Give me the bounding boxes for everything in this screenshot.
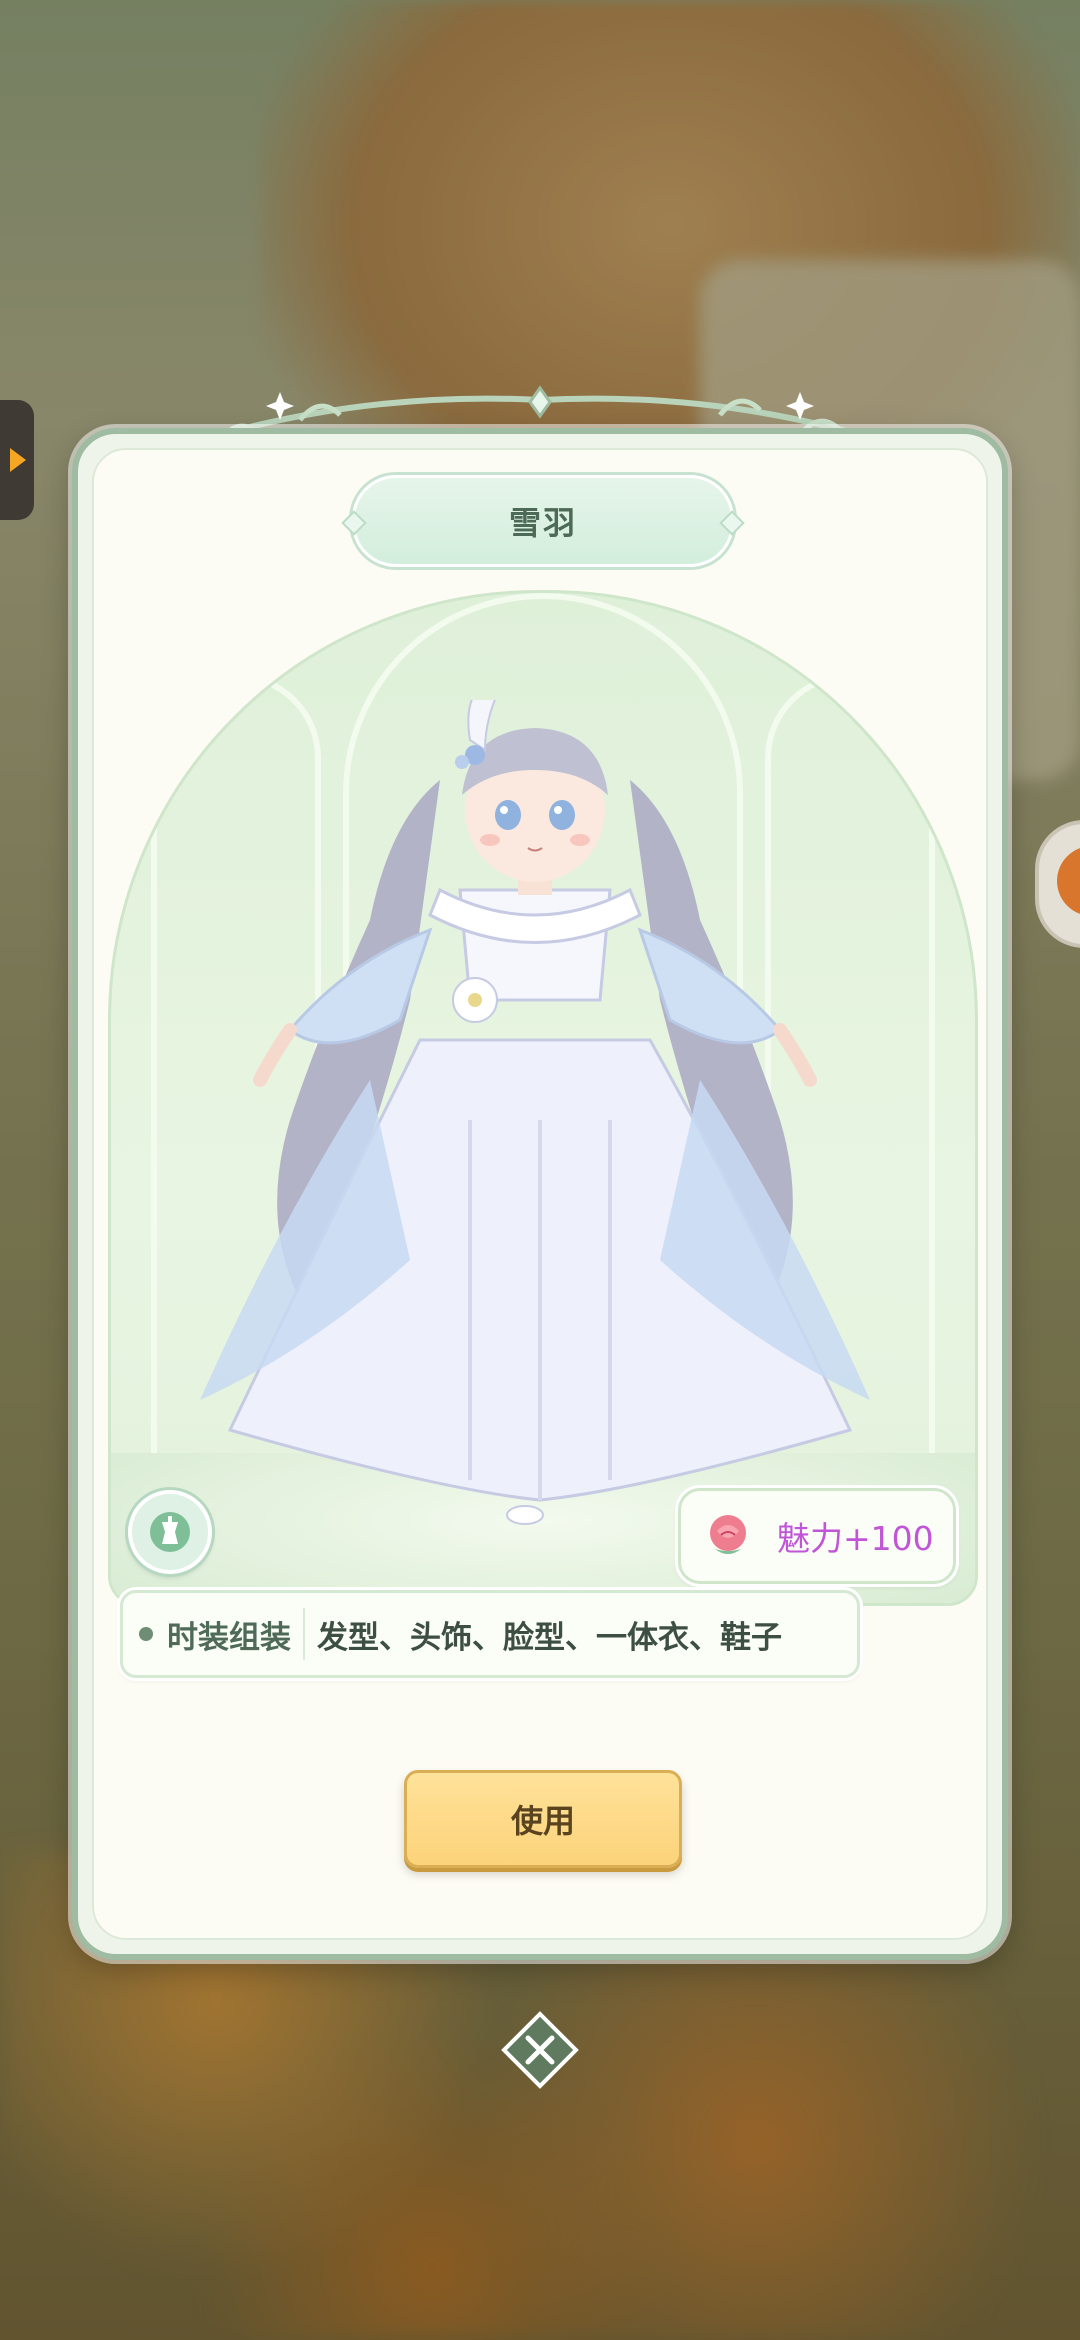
- mannequin-icon: [150, 1512, 190, 1552]
- outfit-name: 雪羽: [508, 504, 577, 542]
- rose-icon: [710, 1515, 746, 1554]
- side-drawer-tab[interactable]: [0, 400, 34, 520]
- close-button[interactable]: [500, 2010, 580, 2090]
- charm-value: 魅力+100: [777, 1519, 934, 1558]
- arrow-right-icon: [10, 448, 26, 472]
- parts-list: 发型、头饰、脸型、一体衣、鞋子: [317, 1619, 782, 1656]
- bullet-dot: [139, 1627, 153, 1641]
- close-icon: [501, 2011, 579, 2089]
- avatar: [1057, 846, 1080, 916]
- character-illustration: [200, 700, 870, 1525]
- title-plate: 雪羽: [341, 475, 745, 567]
- use-button[interactable]: 使用: [404, 1770, 682, 1868]
- category-label: 时装组装: [167, 1619, 291, 1656]
- charm-badge: 魅力+100: [678, 1488, 956, 1584]
- outfit-parts-tag: 时装组装 发型、头饰、脸型、一体衣、鞋子: [120, 1590, 860, 1678]
- use-button-label: 使用: [510, 1802, 575, 1840]
- outfit-style-button[interactable]: [128, 1490, 212, 1574]
